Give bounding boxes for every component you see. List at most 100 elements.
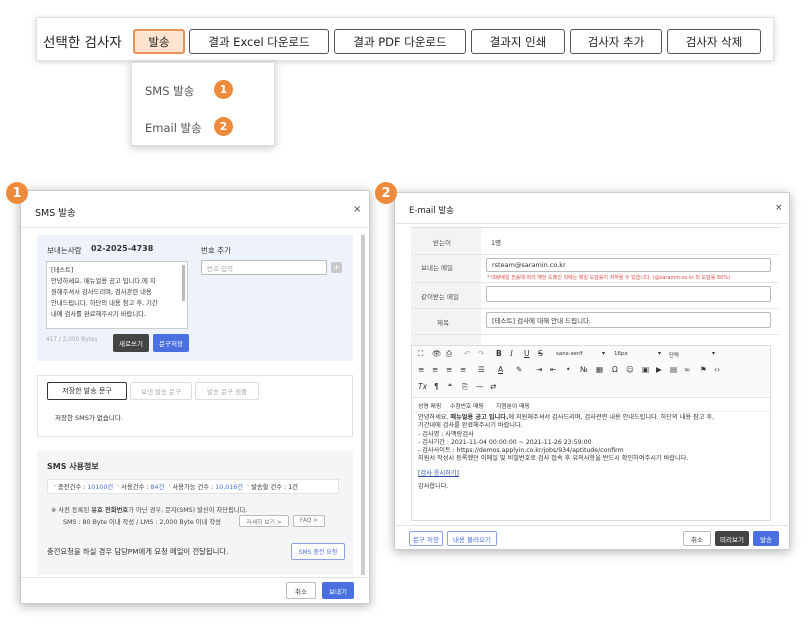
email-form: 받는이 1명 보내는 메일 rsteam@saramin.co.kr * 대량메… <box>411 227 779 348</box>
link-icon[interactable]: ∞ <box>684 365 690 374</box>
numbered-list-icon[interactable]: № <box>580 365 588 374</box>
print-icon[interactable]: ⎙ <box>446 349 452 359</box>
image-icon[interactable]: ▣ <box>642 365 649 374</box>
special-char-icon[interactable]: Ω <box>612 365 618 374</box>
add-number-icon[interactable]: + <box>331 262 342 273</box>
editor-toolbar: ⛶ 👁 ⎙ ↶ ↷ B I U S sans-serif ▾ 16px ▾ 단락… <box>412 346 770 398</box>
save-message-button[interactable]: 문구저장 <box>153 334 189 352</box>
selection-toolbar: 선택한 검사자 발송 결과 Excel 다운로드 결과 PDF 다운로드 결과지… <box>36 17 774 61</box>
exam-link[interactable]: [검사 응시하기] <box>418 470 766 478</box>
font-size-select[interactable]: 16px <box>614 351 628 357</box>
email-editor: ⛶ 👁 ⎙ ↶ ↷ B I U S sans-serif ▾ 16px ▾ 단락… <box>411 345 771 521</box>
bullet-list-icon[interactable]: • <box>566 365 570 374</box>
delete-examinee-button[interactable]: 검사자 삭제 <box>667 29 761 54</box>
table-icon[interactable]: ▦ <box>596 365 603 374</box>
redo-icon[interactable]: ↷ <box>478 349 484 358</box>
step-badge: 1 <box>214 80 233 99</box>
tab-samples[interactable]: 발송 문구 샘플 <box>195 382 259 400</box>
close-icon[interactable]: × <box>775 203 783 213</box>
message-textarea[interactable]: [테스트] 안녕하세요, 매뉴얼용 공고 입니다.에 지 원해주셔서 감사드리며… <box>46 261 188 329</box>
phone-number-input[interactable]: 번호 입력 <box>201 260 327 275</box>
sms-note: ※ 사전 등록된 유효 전화번호가 아닌 경우, 문자(SMS) 발신이 차단됩… <box>51 507 248 514</box>
sender-number: 02-2025-4738 <box>91 244 154 253</box>
cc-label: 같이받는 메일 <box>421 293 459 301</box>
sms-charge-request-button[interactable]: SMS 충전 요청 <box>291 543 345 560</box>
load-content-button[interactable]: 내용 불러오기 <box>447 531 497 546</box>
editor-body[interactable]: 안녕하세요. 매뉴얼용 공고 입니다.에 지원해주셔서 감사드리며, 검사관련 … <box>418 414 766 491</box>
block-quote-icon[interactable]: ❝ <box>448 382 452 391</box>
excel-download-button[interactable]: 결과 Excel 다운로드 <box>189 29 329 54</box>
dialog-title: E-mail 발송 <box>409 206 454 216</box>
chevron-down-icon[interactable]: ▾ <box>658 350 661 357</box>
cancel-button[interactable]: 취소 <box>683 531 711 546</box>
chevron-down-icon[interactable]: ▾ <box>712 350 715 357</box>
faq-button[interactable]: FAQ > <box>293 515 325 527</box>
align-left-icon[interactable]: ≡ <box>418 365 424 374</box>
save-template-button[interactable]: 문구 저장 <box>409 531 443 546</box>
text-color-icon[interactable]: A <box>498 365 503 374</box>
paragraph-select[interactable]: 단락 <box>669 351 679 359</box>
underline-icon[interactable]: U <box>524 349 530 358</box>
emoji-icon[interactable]: ☺ <box>626 365 634 374</box>
anchor-icon[interactable]: ⚑ <box>700 365 707 374</box>
close-icon[interactable]: × <box>353 204 361 215</box>
page-break-icon[interactable]: ⎘ <box>462 382 468 392</box>
pdf-download-button[interactable]: 결과 PDF 다운로드 <box>334 29 466 54</box>
italic-icon[interactable]: I <box>510 349 513 358</box>
align-right-icon[interactable]: ≡ <box>446 365 452 374</box>
align-center-icon[interactable]: ≡ <box>432 365 438 374</box>
outdent-icon[interactable]: ⇤ <box>550 365 556 374</box>
add-examinee-button[interactable]: 검사자 추가 <box>570 29 662 54</box>
sms-note-limits: SMS : 80 Byte 이내 작성 / LMS : 2,000 Byte 이… <box>63 519 221 526</box>
from-email-input[interactable]: rsteam@saramin.co.kr <box>486 258 771 272</box>
menu-item-email[interactable]: Email 발송 <box>145 120 202 136</box>
send-sms-button[interactable]: 보내기 <box>322 582 354 599</box>
undo-icon[interactable]: ↶ <box>464 349 470 358</box>
sms-usage-panel: SMS 사용정보 · 충전건수 : 10100건 · 사용건수 : 84건 · … <box>37 451 353 575</box>
bold-icon[interactable]: B <box>496 349 502 358</box>
template-icon[interactable]: ▤ <box>670 365 677 374</box>
source-code-icon[interactable]: ‹› <box>714 365 720 374</box>
fullscreen-icon[interactable]: ⛶ <box>418 349 423 359</box>
step-badge: 1 <box>6 182 28 204</box>
new-message-button[interactable]: 새로쓰기 <box>113 334 149 352</box>
number-add-label: 번호 추가 <box>201 246 231 255</box>
highlight-icon[interactable]: ✎ <box>516 365 522 374</box>
scrollbar[interactable] <box>361 235 365 575</box>
paragraph-mark-icon[interactable]: ¶ <box>434 382 439 391</box>
saved-messages-panel: 저장한 발송 문구 보낸 발송 문구 발송 문구 샘플 저장한 SMS가 없습니… <box>37 375 353 437</box>
chevron-down-icon[interactable]: ▾ <box>602 350 605 357</box>
list-icon[interactable]: ☰ <box>478 365 485 374</box>
detail-button[interactable]: 자세히 보기 > <box>239 515 289 527</box>
step-badge: 2 <box>375 182 397 204</box>
font-family-select[interactable]: sans-serif <box>556 351 583 357</box>
subject-input[interactable]: [테스트] 검사에 대해 안내 드립니다. <box>486 312 771 328</box>
cc-email-input[interactable] <box>486 286 771 302</box>
clear-format-icon[interactable]: Tx <box>418 382 427 391</box>
insert-line-icon[interactable]: ⇄ <box>490 382 496 391</box>
sender-label: 보내는사람 <box>47 246 82 255</box>
cancel-button[interactable]: 취소 <box>286 582 316 599</box>
recipient-label: 받는이 <box>433 239 451 247</box>
preview-button[interactable]: 미리보기 <box>715 531 749 546</box>
insert-exam-number-tag[interactable]: 수험번호 매핑 <box>450 401 484 410</box>
send-button[interactable]: 발송 <box>133 29 185 54</box>
subject-label: 제목 <box>437 319 449 327</box>
send-email-button[interactable]: 발송 <box>753 531 779 546</box>
menu-item-sms[interactable]: SMS 발송 <box>145 83 194 99</box>
tab-saved[interactable]: 저장한 발송 문구 <box>47 382 127 400</box>
media-icon[interactable]: ▶ <box>656 365 662 374</box>
merge-tag-bar: 성명 매핑 수험번호 매핑 지원분야 매핑 <box>412 398 770 412</box>
preview-icon[interactable]: 👁 <box>432 349 442 358</box>
insert-name-tag[interactable]: 성명 매핑 <box>418 401 441 410</box>
tab-sent[interactable]: 보낸 발송 문구 <box>130 382 192 400</box>
print-result-button[interactable]: 결과지 인쇄 <box>471 29 565 54</box>
align-justify-icon[interactable]: ≡ <box>460 365 466 374</box>
from-label: 보내는 메일 <box>421 264 453 272</box>
horizontal-rule-icon[interactable]: — <box>476 382 484 391</box>
strikethrough-icon[interactable]: S <box>538 349 543 358</box>
recipient-count: 1명 <box>491 239 502 247</box>
charge-request-text: 충전요청을 하실 경우 담당PM에게 요청 메일이 전달됩니다. <box>47 547 229 556</box>
insert-field-tag[interactable]: 지원분야 매핑 <box>496 401 530 410</box>
indent-icon[interactable]: ⇥ <box>536 365 542 374</box>
